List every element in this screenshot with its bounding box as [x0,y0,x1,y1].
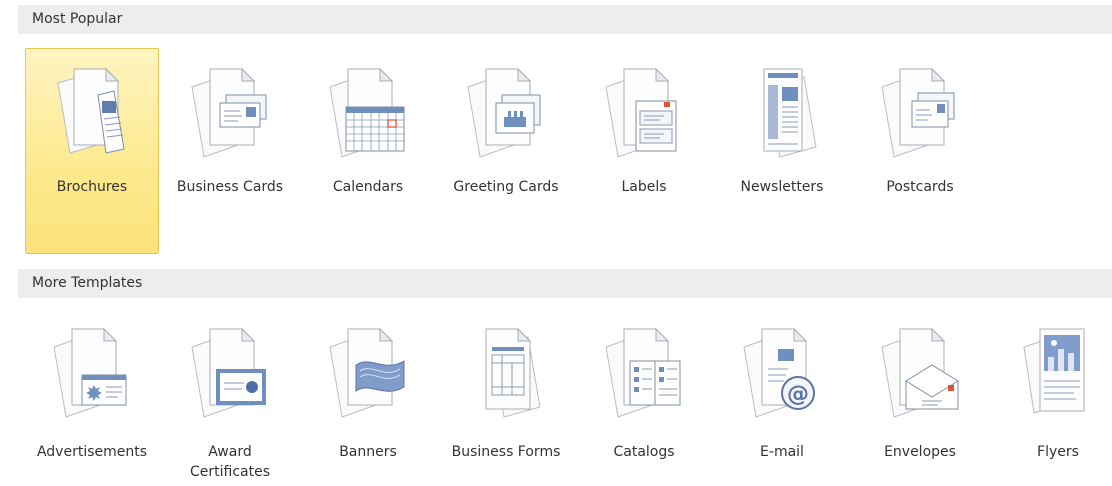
award-certificate-icon [186,325,274,421]
tile-label: Brochures [56,179,128,195]
business-form-icon [462,325,550,421]
tile-label: Business Cards [176,179,284,195]
template-tile-banners[interactable]: Banners [301,312,435,480]
template-tile-greeting-cards[interactable]: Greeting Cards [439,48,573,254]
banner-icon [324,325,412,421]
template-tile-brochures[interactable]: Brochures [25,48,159,254]
tile-label: Calendars [332,179,404,195]
postcard-icon [876,65,964,161]
greeting-card-icon [462,65,550,161]
business-card-icon [186,65,274,161]
template-tile-labels[interactable]: Labels [577,48,711,254]
template-tile-newsletters[interactable]: Newsletters [715,48,849,254]
template-tile-e-mail[interactable]: @ E-mail [715,312,849,480]
catalog-icon [600,325,688,421]
template-tile-advertisements[interactable]: Advertisements [25,312,159,480]
email-icon: @ [738,325,826,421]
tile-label: Newsletters [740,179,824,195]
section-title: Most Popular [32,11,123,27]
tile-label: Catalogs [613,444,675,460]
section-title: More Templates [32,275,143,291]
envelope-icon [876,325,964,421]
advertisement-icon [48,325,136,421]
newsletter-icon [738,65,826,161]
tile-label: Envelopes [884,444,956,460]
flyer-icon [1014,325,1102,421]
tile-label: Advertisements [36,444,148,460]
template-tile-business-forms[interactable]: Business Forms [439,312,573,480]
section-header-more-templates: More Templates [18,269,1112,298]
label-icon [600,65,688,161]
tile-label: Business Forms [451,444,561,460]
tile-label: Award Certificates [189,444,270,480]
tile-label: Labels [621,179,667,195]
tile-label: Banners [339,444,397,460]
tile-label: E-mail [760,444,804,460]
template-tile-flyers[interactable]: Flyers [991,312,1112,480]
svg-text:@: @ [787,382,809,407]
template-tile-envelopes[interactable]: Envelopes [853,312,987,480]
section-header-most-popular: Most Popular [18,5,1112,34]
tile-label: Flyers [1037,444,1079,460]
tile-label: Greeting Cards [453,179,559,195]
tile-label: Postcards [886,179,954,195]
template-tile-postcards[interactable]: Postcards [853,48,987,254]
template-tile-calendars[interactable]: Calendars [301,48,435,254]
brochure-icon [48,65,136,161]
calendar-icon [324,65,412,161]
template-tile-business-cards[interactable]: Business Cards [163,48,297,254]
template-tile-award-certificates[interactable]: Award Certificates [163,312,297,480]
template-tile-catalogs[interactable]: Catalogs [577,312,711,480]
